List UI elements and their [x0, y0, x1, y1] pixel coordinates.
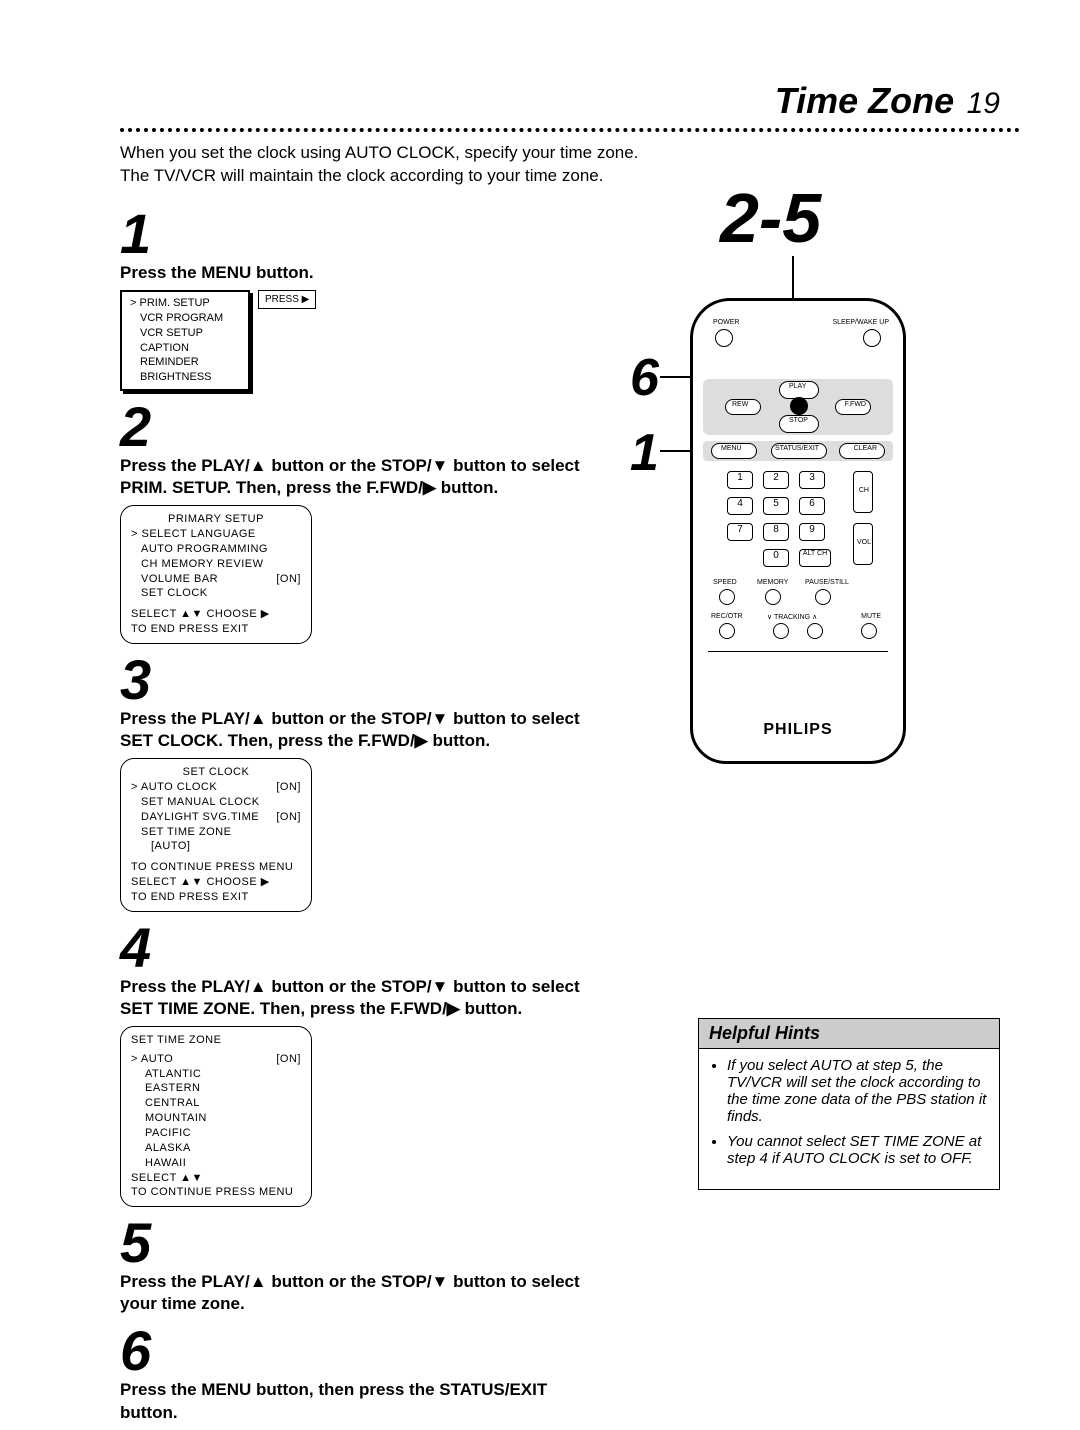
tracking-up-button[interactable]: [807, 623, 823, 639]
digit-button[interactable]: 2: [763, 471, 789, 489]
step-text: Press the PLAY/▲ button or the STOP/▼ bu…: [120, 708, 600, 752]
title-row: Time Zone 19: [120, 80, 1020, 122]
remote-diagram: POWER SLEEP/WAKE UP PLAY REW F.FWD STOP …: [690, 298, 906, 764]
press-indicator: PRESS ▶: [258, 290, 316, 309]
remote-divider: [708, 651, 888, 652]
osd-set-time-zone: SET TIME ZONE > AUTO[ON] ATLANTIC EASTER…: [120, 1026, 312, 1207]
digit-button[interactable]: 4: [727, 497, 753, 515]
page-title: Time Zone: [775, 80, 954, 121]
digit-button[interactable]: 9: [799, 523, 825, 541]
steps-column: 1 Press the MENU button. > PRIM. SETUP V…: [120, 198, 600, 1430]
osd-primary-setup: PRIMARY SETUP > SELECT LANGUAGE AUTO PRO…: [120, 505, 312, 644]
step-number: 5: [120, 1215, 600, 1271]
step-text: Press the PLAY/▲ button or the STOP/▼ bu…: [120, 455, 600, 499]
speed-button[interactable]: [719, 589, 735, 605]
center-icon: [790, 397, 808, 415]
digit-button[interactable]: 1: [727, 471, 753, 489]
step-text: Press the PLAY/▲ button or the STOP/▼ bu…: [120, 1271, 600, 1315]
mute-button[interactable]: [861, 623, 877, 639]
step-number: 2: [120, 399, 600, 455]
callout-label: 2-5: [720, 178, 821, 258]
digit-button[interactable]: 6: [799, 497, 825, 515]
step-number: 1: [120, 206, 600, 262]
digit-button[interactable]: 8: [763, 523, 789, 541]
step-number: 6: [120, 1323, 600, 1379]
osd-main-menu: > PRIM. SETUP VCR PROGRAM VCR SETUP CAPT…: [120, 290, 600, 391]
sleep-label: SLEEP/WAKE UP: [832, 319, 889, 326]
digit-button[interactable]: 0: [763, 549, 789, 567]
hint-item: If you select AUTO at step 5, the TV/VCR…: [727, 1057, 987, 1125]
step-number: 4: [120, 920, 600, 976]
hint-item: You cannot select SET TIME ZONE at step …: [727, 1133, 987, 1167]
callout-label: 1: [630, 423, 659, 483]
tracking-down-button[interactable]: [773, 623, 789, 639]
step-text: Press the PLAY/▲ button or the STOP/▼ bu…: [120, 976, 600, 1020]
step-text: Press the MENU button.: [120, 262, 600, 284]
step-text: Press the MENU button, then press the ST…: [120, 1379, 600, 1423]
osd-set-clock: SET CLOCK > AUTO CLOCK[ON] SET MANUAL CL…: [120, 758, 312, 912]
power-label: POWER: [713, 319, 739, 326]
hints-body: If you select AUTO at step 5, the TV/VCR…: [699, 1049, 999, 1189]
helpful-hints-box: Helpful Hints If you select AUTO at step…: [698, 1018, 1000, 1190]
divider-dots: [120, 128, 1020, 132]
brand-label: PHILIPS: [693, 721, 903, 739]
manual-page: Time Zone 19 When you set the clock usin…: [0, 0, 1080, 1397]
digit-button[interactable]: 3: [799, 471, 825, 489]
sleep-button[interactable]: [863, 329, 881, 347]
pause-button[interactable]: [815, 589, 831, 605]
power-button[interactable]: [715, 329, 733, 347]
digit-button[interactable]: 5: [763, 497, 789, 515]
callout-label: 6: [630, 348, 659, 408]
altch-button[interactable]: ALT CH: [799, 549, 831, 567]
memory-button[interactable]: [765, 589, 781, 605]
hints-title: Helpful Hints: [699, 1019, 999, 1049]
rec-button[interactable]: [719, 623, 735, 639]
intro-text: When you set the clock using AUTO CLOCK,…: [120, 142, 1020, 188]
content-row: 1 Press the MENU button. > PRIM. SETUP V…: [120, 198, 1020, 1430]
step-number: 3: [120, 652, 600, 708]
page-number: 19: [967, 87, 1000, 120]
digit-button[interactable]: 7: [727, 523, 753, 541]
